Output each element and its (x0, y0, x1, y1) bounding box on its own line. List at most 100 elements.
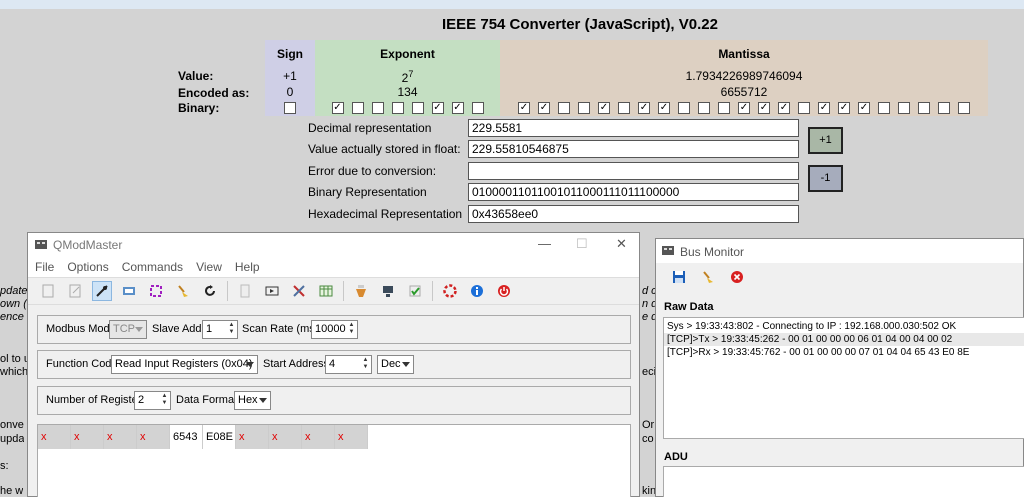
bit-checkbox[interactable] (391, 102, 404, 114)
plus-one-button[interactable]: +1 (808, 127, 843, 154)
bit-checkbox[interactable]: ✓ (638, 102, 650, 114)
list-item[interactable]: [TCP]>Tx > 19:33:45:262 - 00 01 00 00 00… (664, 333, 1024, 346)
bus-monitor-icon[interactable] (262, 281, 282, 301)
clear-icon[interactable] (173, 281, 193, 301)
bit-checkbox[interactable] (798, 102, 810, 114)
bit-checkbox[interactable] (718, 102, 730, 114)
menu-view[interactable]: View (196, 260, 222, 274)
address-format-select[interactable]: Dec (377, 355, 414, 374)
conversion-error-input[interactable] (468, 162, 799, 180)
reset-icon[interactable] (200, 281, 220, 301)
register-cell[interactable]: x (38, 425, 71, 449)
decimal-representation-input[interactable] (468, 119, 799, 137)
bit-checkbox[interactable]: ✓ (518, 102, 530, 114)
tools-icon[interactable] (289, 281, 309, 301)
spin-arrows-icon[interactable]: ▲ ▼ (347, 322, 356, 337)
menu-options[interactable]: Options (67, 260, 108, 274)
bit-checkbox[interactable] (958, 102, 970, 114)
menu-commands[interactable]: Commands (122, 260, 183, 274)
bit-checkbox[interactable]: ✓ (658, 102, 670, 114)
network-icon[interactable] (378, 281, 398, 301)
bit-checkbox[interactable] (698, 102, 710, 114)
mantissa-bits: ✓ ✓ ✓ ✓ ✓ ✓ ✓ ✓ ✓ ✓ ✓ (500, 102, 988, 114)
exit-icon[interactable] (494, 281, 514, 301)
data-format-select[interactable]: Hex (234, 391, 271, 410)
bit-checkbox[interactable] (351, 102, 364, 114)
bit-checkbox[interactable]: ✓ (598, 102, 610, 114)
bit-checkbox[interactable] (578, 102, 590, 114)
bit-checkbox[interactable]: ✓ (778, 102, 790, 114)
start-address-spinbox[interactable]: 4 ▲ ▼ (325, 355, 372, 374)
sign-encoded: 0 (286, 85, 294, 99)
scan-rate-spinbox[interactable]: 10000 ▲ ▼ (311, 320, 358, 339)
check-icon[interactable] (405, 281, 425, 301)
stored-value-input[interactable] (468, 140, 799, 158)
text-fragment: own ( (0, 298, 27, 310)
slave-addr-spinbox[interactable]: 1 ▲ ▼ (202, 320, 238, 339)
bit-checkbox[interactable]: ✓ (538, 102, 550, 114)
connect-icon[interactable] (92, 281, 112, 301)
clear-icon[interactable] (698, 267, 718, 287)
spin-arrows-icon[interactable]: ▲ ▼ (227, 322, 236, 337)
bit-checkbox[interactable] (918, 102, 930, 114)
debug-icon[interactable] (351, 281, 371, 301)
hex-representation-input[interactable] (468, 205, 799, 223)
bit-checkbox[interactable] (878, 102, 890, 114)
register-cell[interactable]: x (269, 425, 302, 449)
info-icon[interactable] (467, 281, 487, 301)
modbus-mode-select[interactable]: TCP (109, 320, 147, 339)
list-item[interactable]: Sys > 19:33:43:802 - Connecting to IP : … (664, 320, 1024, 333)
register-cell[interactable]: x (104, 425, 137, 449)
minimize-button[interactable]: — (538, 236, 551, 251)
menu-file[interactable]: File (35, 260, 54, 274)
bit-checkbox[interactable] (938, 102, 950, 114)
close-button[interactable]: ✕ (616, 236, 627, 252)
help-icon[interactable] (440, 281, 460, 301)
function-code-select[interactable]: Read Input Registers (0x04) (111, 355, 258, 374)
bit-checkbox[interactable]: ✓ (838, 102, 850, 114)
open-icon[interactable] (38, 281, 58, 301)
spin-arrows-icon[interactable]: ▲ ▼ (160, 393, 169, 408)
minus-one-button[interactable]: -1 (808, 165, 843, 192)
bit-checkbox[interactable] (558, 102, 570, 114)
num-registers-spinbox[interactable]: 2 ▲ ▼ (134, 391, 171, 410)
grid-icon[interactable] (316, 281, 336, 301)
qmodmaster-titlebar[interactable]: QModMaster — ☐ ✕ (28, 233, 639, 257)
bit-checkbox[interactable] (471, 102, 484, 114)
bit-checkbox[interactable]: ✓ (451, 102, 464, 114)
bit-checkbox[interactable] (411, 102, 424, 114)
menu-help[interactable]: Help (235, 260, 260, 274)
bit-checkbox[interactable] (898, 102, 910, 114)
bit-checkbox[interactable]: ✓ (758, 102, 770, 114)
raw-data-list[interactable]: Sys > 19:33:43:802 - Connecting to IP : … (663, 317, 1024, 439)
bit-checkbox[interactable]: ✓ (858, 102, 870, 114)
bit-checkbox[interactable]: ✓ (331, 102, 344, 114)
tcp-icon[interactable] (146, 281, 166, 301)
save-icon[interactable] (669, 267, 689, 287)
register-cell[interactable]: x (302, 425, 335, 449)
bit-checkbox[interactable] (371, 102, 384, 114)
spin-arrows-icon[interactable]: ▲ ▼ (361, 357, 370, 372)
binary-representation-input[interactable] (468, 183, 799, 201)
bit-checkbox[interactable] (618, 102, 630, 114)
bit-checkbox[interactable]: ✓ (431, 102, 444, 114)
close-icon[interactable] (727, 267, 747, 287)
serial-port-icon[interactable] (119, 281, 139, 301)
list-item[interactable]: [TCP]>Rx > 19:33:45:762 - 00 01 00 00 00… (664, 346, 1024, 359)
bit-checkbox[interactable]: ✓ (818, 102, 830, 114)
text-fragment: which (0, 366, 29, 378)
chevron-down-icon (402, 362, 410, 367)
bus-monitor-titlebar[interactable]: Bus Monitor (656, 239, 1023, 263)
bit-checkbox[interactable] (678, 102, 690, 114)
register-cell[interactable]: x (137, 425, 170, 449)
maximize-button[interactable]: ☐ (576, 236, 588, 252)
bit-checkbox[interactable] (284, 102, 296, 114)
register-cell[interactable]: 6543 (170, 425, 203, 449)
register-cell[interactable]: x (236, 425, 269, 449)
bit-checkbox[interactable]: ✓ (738, 102, 750, 114)
log-icon[interactable] (235, 281, 255, 301)
register-cell[interactable]: x (335, 425, 368, 449)
register-cell[interactable]: x (71, 425, 104, 449)
save-icon[interactable] (65, 281, 85, 301)
register-cell[interactable]: E08E (203, 425, 236, 449)
